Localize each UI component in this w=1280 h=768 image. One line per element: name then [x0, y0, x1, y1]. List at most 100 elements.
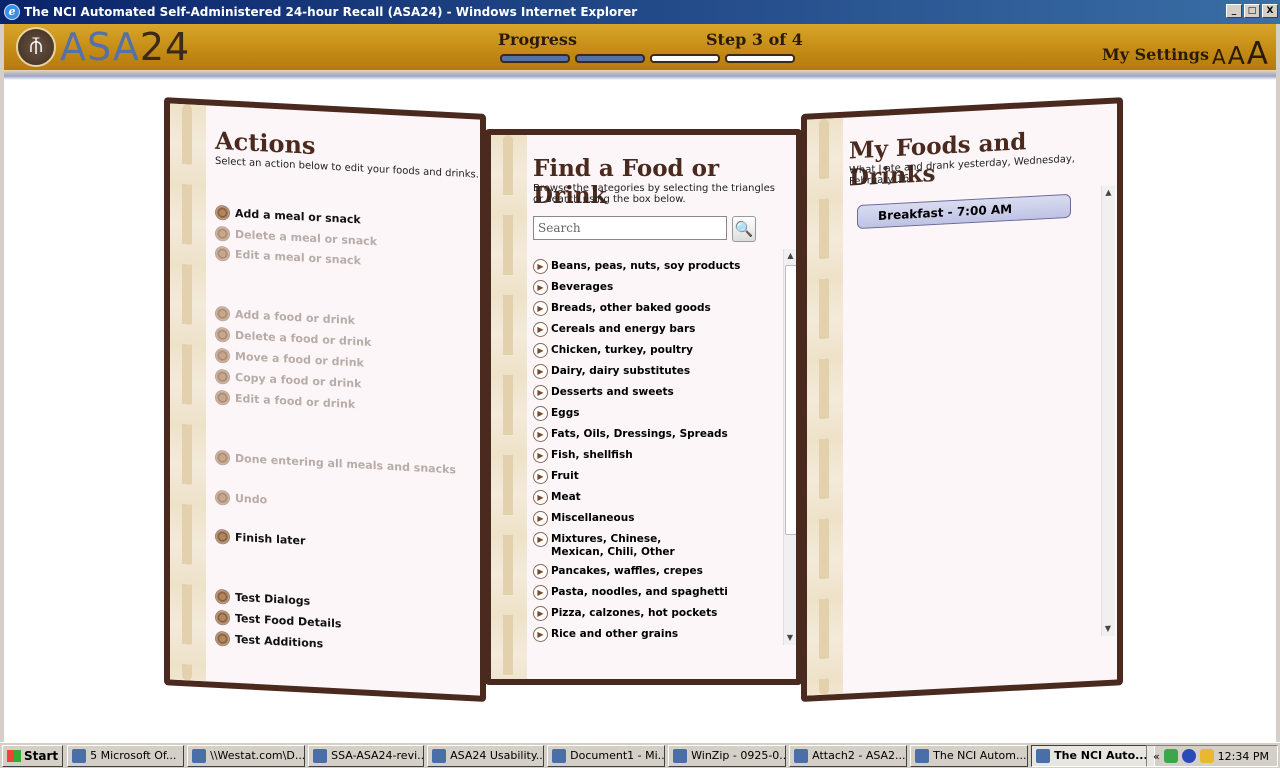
expand-triangle-icon[interactable]: ▶: [533, 585, 548, 600]
tray-expand-chevron[interactable]: «: [1153, 750, 1160, 763]
windows-taskbar: Start 5 Microsoft Of... \\Westat.com\D...…: [0, 742, 1280, 768]
expand-triangle-icon[interactable]: ▶: [533, 427, 548, 442]
scroll-up-arrow-icon[interactable]: ▲: [1102, 186, 1115, 201]
food-category-label: Miscellaneous: [551, 512, 635, 524]
scroll-down-arrow-icon[interactable]: ▼: [784, 631, 796, 645]
action-item[interactable]: Test Dialogs: [215, 588, 310, 609]
progress-step-4: [725, 54, 795, 63]
scroll-up-arrow-icon[interactable]: ▲: [784, 249, 796, 263]
minimize-button[interactable]: _: [1226, 4, 1242, 18]
expand-triangle-icon[interactable]: ▶: [533, 280, 548, 295]
expand-triangle-icon[interactable]: ▶: [533, 511, 548, 526]
maximize-button[interactable]: □: [1244, 4, 1260, 18]
food-category-item[interactable]: ▶ Chicken, turkey, poultry: [533, 343, 773, 359]
taskbar-task-button[interactable]: The NCI Auto...: [1031, 744, 1156, 767]
expand-triangle-icon[interactable]: ▶: [533, 406, 548, 421]
food-category-item[interactable]: ▶ Fish, shellfish: [533, 448, 773, 464]
food-category-item[interactable]: ▶ Fruit: [533, 469, 773, 485]
food-category-item[interactable]: ▶ Beans, peas, nuts, soy products: [533, 259, 773, 275]
food-category-item[interactable]: ▶ Beverages: [533, 280, 773, 296]
expand-triangle-icon[interactable]: ▶: [533, 343, 548, 358]
expand-triangle-icon[interactable]: ▶: [533, 532, 548, 547]
expand-triangle-icon[interactable]: ▶: [533, 606, 548, 621]
meal-breakfast-button[interactable]: Breakfast - 7:00 AM: [857, 193, 1071, 230]
step-label: Step 3 of 4: [706, 30, 803, 49]
food-category-item[interactable]: ▶ Miscellaneous: [533, 511, 773, 527]
food-category-item[interactable]: ▶ Dairy, dairy substitutes: [533, 364, 773, 380]
monitor-icon[interactable]: [1181, 749, 1196, 763]
font-size-medium-button[interactable]: A: [1228, 41, 1245, 70]
clock: 12:34 PM: [1217, 749, 1269, 763]
food-category-label: Beans, peas, nuts, soy products: [551, 260, 741, 272]
taskbar-task-button[interactable]: ASA24 Usability...: [427, 744, 545, 767]
food-category-item[interactable]: ▶ Fats, Oils, Dressings, Spreads: [533, 427, 773, 443]
food-category-item[interactable]: ▶ Meat: [533, 490, 773, 506]
taskbar-task-button[interactable]: SSA-ASA24-revi...: [308, 744, 425, 767]
font-size-large-button[interactable]: A: [1247, 36, 1268, 72]
food-category-item[interactable]: ▶ Mixtures, Chinese, Mexican, Chili, Othe…: [533, 532, 773, 559]
action-item[interactable]: Test Additions: [215, 630, 324, 652]
action-item: Delete a meal or snack: [215, 225, 377, 249]
header-divider: [4, 70, 1276, 80]
action-label: Edit a meal or snack: [235, 247, 361, 268]
food-category-label: Pasta, noodles, and spaghetti: [551, 586, 728, 598]
taskbar-task-button[interactable]: \\Westat.com\D...: [187, 744, 306, 767]
expand-triangle-icon[interactable]: ▶: [533, 322, 548, 337]
food-category-item[interactable]: ▶ Pizza, calzones, hot pockets: [533, 606, 773, 622]
start-button[interactable]: Start: [2, 744, 64, 767]
food-category-item[interactable]: ▶ Cereals and energy bars: [533, 322, 773, 338]
food-category-item[interactable]: ▶ Rice and other grains: [533, 627, 773, 643]
taskbar-task-button[interactable]: Document1 - Mi...: [547, 744, 666, 767]
action-item[interactable]: Test Food Details: [215, 609, 341, 632]
action-bullet-icon: [215, 326, 230, 343]
close-button[interactable]: X: [1262, 4, 1278, 18]
expand-triangle-icon[interactable]: ▶: [533, 364, 548, 379]
expand-triangle-icon[interactable]: ▶: [533, 564, 548, 579]
expand-triangle-icon[interactable]: ▶: [533, 301, 548, 316]
action-label: Test Additions: [235, 632, 324, 651]
application-icon: [72, 748, 87, 763]
search-button[interactable]: 🔍: [732, 216, 756, 242]
action-label: Edit a food or drink: [235, 391, 356, 412]
action-bullet-icon: [215, 368, 230, 385]
food-category-item[interactable]: ▶ Eggs: [533, 406, 773, 422]
taskbar-task-button[interactable]: The NCI Autom...: [910, 744, 1029, 767]
action-item[interactable]: Add a meal or snack: [215, 204, 361, 228]
action-bullet-icon: [215, 489, 230, 506]
taskbar-task-button[interactable]: Attach2 - ASA2...: [789, 744, 908, 767]
food-search-input[interactable]: Search: [533, 216, 727, 240]
font-size-small-button[interactable]: A: [1212, 45, 1226, 69]
food-category-label: Breads, other baked goods: [551, 302, 711, 314]
my-foods-scrollbar[interactable]: ▲ ▼: [1101, 185, 1115, 637]
food-category-item[interactable]: ▶ Pasta, noodles, and spaghetti: [533, 585, 773, 601]
notification-icon[interactable]: [1199, 749, 1214, 763]
network-icon[interactable]: [1163, 749, 1178, 763]
expand-triangle-icon[interactable]: ▶: [533, 490, 548, 505]
taskbar-task-button[interactable]: 5 Microsoft Of...: [67, 744, 185, 767]
application-icon: [192, 748, 207, 763]
scroll-down-arrow-icon[interactable]: ▼: [1102, 622, 1114, 637]
action-item: Copy a food or drink: [215, 368, 361, 392]
expand-triangle-icon[interactable]: ▶: [533, 385, 548, 400]
expand-triangle-icon[interactable]: ▶: [533, 627, 548, 642]
scroll-thumb[interactable]: [785, 265, 796, 535]
expand-triangle-icon[interactable]: ▶: [533, 448, 548, 463]
application-icon: [552, 748, 567, 763]
food-category-item[interactable]: ▶ Pancakes, waffles, crepes: [533, 564, 773, 580]
taskbar-task-button[interactable]: WinZip - 0925-0...: [668, 744, 787, 767]
food-list-scrollbar[interactable]: ▲ ▼: [783, 249, 796, 645]
action-item: Edit a food or drink: [215, 389, 356, 412]
internet-explorer-icon: e: [4, 4, 20, 20]
progress-label: Progress: [498, 30, 577, 49]
food-category-label: Rice and other grains: [551, 628, 679, 640]
food-category-item[interactable]: ▶ Breads, other baked goods: [533, 301, 773, 317]
food-category-item[interactable]: ▶ Desserts and sweets: [533, 385, 773, 401]
food-category-label: Eggs: [551, 407, 580, 419]
my-settings-link[interactable]: My Settings: [1102, 45, 1209, 64]
food-category-label: Fats, Oils, Dressings, Spreads: [551, 428, 728, 440]
action-item[interactable]: Finish later: [215, 528, 305, 549]
decorative-border: [170, 103, 206, 682]
expand-triangle-icon[interactable]: ▶: [533, 469, 548, 484]
expand-triangle-icon[interactable]: ▶: [533, 259, 548, 274]
find-food-panel: Find a Food or Drink Browse the categori…: [485, 129, 802, 685]
